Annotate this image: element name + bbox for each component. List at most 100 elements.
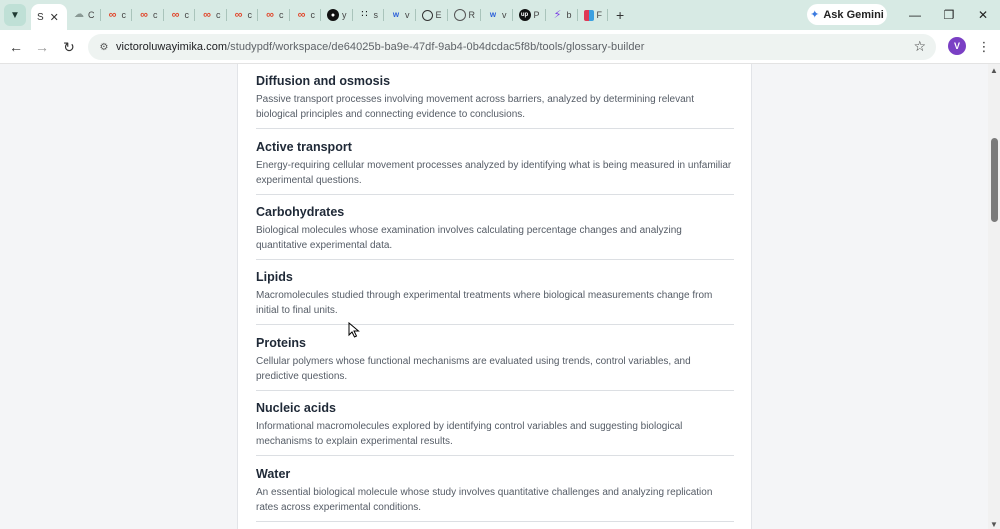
tab-search-button[interactable]: ▼ [4,4,26,26]
glossary-entry: Carbohydrates Biological molecules whose… [256,205,734,260]
link-icon: ∞ [234,8,243,21]
link-icon: ∞ [140,8,148,21]
glossary-term: Carbohydrates [256,205,345,219]
glossary-term: Water [256,467,291,481]
wave-icon: w [392,10,400,19]
tab[interactable]: ∞ c [132,0,164,30]
tab-label: C [88,10,95,20]
github-icon: ● [327,9,339,21]
glossary-entry: Diffusion and osmosis Passive transport … [256,74,734,129]
figma-icon [583,9,594,21]
browser-toolbar: ← → ↻ ⚙ victoroluwayimika.com/studypdf/w… [0,30,1000,64]
more-menu-icon[interactable]: ⋮ [976,30,992,64]
ask-gemini-label: Ask Gemini [823,8,884,21]
ring-icon [453,9,466,21]
glossary-term: Nucleic acids [256,401,336,415]
tab-label: b [566,10,572,20]
forward-arrow-icon[interactable]: → [29,30,55,64]
tab[interactable]: ☁ C [67,0,101,30]
address-bar[interactable]: ⚙ victoroluwayimika.com/studypdf/workspa… [88,34,936,60]
page-viewport: Diffusion and osmosis Passive transport … [0,64,988,529]
glossary-entry: Active transport Energy-requiring cellul… [256,140,734,195]
tab[interactable]: ● y [321,0,353,30]
glossary-term: Proteins [256,336,307,350]
tab-label: c [279,10,284,20]
glossary-definition: Informational macromolecules explored by… [256,421,683,447]
profile-avatar[interactable]: V [948,37,966,55]
glossary-entry: Nucleic acids Informational macromolecul… [256,401,734,456]
tab[interactable]: wv [481,0,513,30]
glossary-term: Active transport [256,140,352,154]
back-arrow-icon[interactable]: ← [3,30,29,64]
upwork-icon: up [518,9,531,21]
ask-gemini-button[interactable]: ✦ Ask Gemini [807,4,887,25]
url-path: /studypdf/workspace/de64025b-ba9e-47df-9… [227,41,645,53]
tab[interactable]: ⚡ b [546,0,578,30]
glossary-definition: Macromolecules studied through experimen… [256,290,713,316]
page-scrollbar[interactable]: ▲ ▼ [988,64,1000,529]
tab-label: v [405,10,410,20]
tab[interactable]: ∷ s [353,0,385,30]
glossary-definition: Biological molecules whose examination i… [256,225,682,251]
new-tab-icon[interactable]: + [616,7,624,23]
tab-label: c [310,10,316,20]
url-host: victoroluwayimika.com [116,41,228,53]
glossary-definition: Energy-requiring cellular movement proce… [256,160,732,186]
tab[interactable]: ∞ c [227,0,259,30]
glossary-entry: Water An essential biological molecule w… [256,467,734,522]
wave-icon: w [489,10,497,19]
tab[interactable]: ∞ c [164,0,196,30]
tab-label: v [502,10,507,20]
glossary-definition: An essential biological molecule whose s… [256,487,713,513]
gemini-sparkle-icon: ✦ [810,9,820,21]
bookmark-star-icon[interactable]: ☆ [913,38,926,55]
scroll-down-arrow-icon[interactable]: ▼ [990,520,998,529]
link-icon: ∞ [266,8,274,21]
tab[interactable]: ∞ c [290,0,322,30]
site-info-icon[interactable]: ⚙ [92,42,116,53]
tab[interactable]: wv [384,0,416,30]
scrollbar-thumb[interactable] [991,138,998,222]
glossary-definition: Passive transport processes involving mo… [256,94,694,120]
link-icon: ∞ [171,8,180,21]
url-text[interactable]: victoroluwayimika.com/studypdf/workspace… [116,41,644,53]
close-tab-icon[interactable]: ✕ [50,11,59,24]
tab[interactable]: ∞ c [258,0,290,30]
close-window-icon[interactable]: ✕ [966,0,1000,30]
glossary-term: Diffusion and osmosis [256,74,391,88]
tab[interactable]: up P [513,0,546,30]
tab-label: E [435,10,442,20]
glossary-term: Lipids [256,270,293,284]
link-icon: ∞ [108,8,117,21]
tab-label: c [216,10,221,20]
globe-icon [421,9,433,21]
tab[interactable]: ∞ c [195,0,227,30]
tab-label: y [342,10,347,20]
cloud-icon: ☁ [74,9,84,20]
tab-active[interactable]: S ✕ [31,4,67,30]
tab[interactable]: R [448,0,482,30]
dots-icon: ∷ [361,9,368,20]
bolt-icon: ⚡ [553,8,562,21]
mouse-cursor-icon [348,322,360,338]
tab-label: P [533,10,540,20]
link-icon: ∞ [203,8,211,21]
tab-label: S [37,11,44,23]
restore-icon[interactable]: ❐ [932,0,966,30]
glossary-entry: Lipids Macromolecules studied through ex… [256,270,734,325]
minimize-icon[interactable]: — [898,0,932,30]
glossary-card: Diffusion and osmosis Passive transport … [237,64,752,529]
link-icon: ∞ [297,8,306,21]
scroll-up-arrow-icon[interactable]: ▲ [990,66,998,75]
tab-label: c [121,10,127,20]
glossary-entry: Proteins Cellular polymers whose functio… [256,336,734,391]
tab[interactable]: ∞ c [101,0,133,30]
tab[interactable]: E [416,0,448,30]
tab-label: s [373,10,379,20]
glossary-definition: Cellular polymers whose functional mecha… [256,356,691,382]
tab[interactable]: F [578,0,609,30]
tab-label: c [153,10,158,20]
chevron-down-icon: ▼ [10,9,20,21]
tab-label: c [184,10,190,20]
reload-icon[interactable]: ↻ [56,30,82,64]
